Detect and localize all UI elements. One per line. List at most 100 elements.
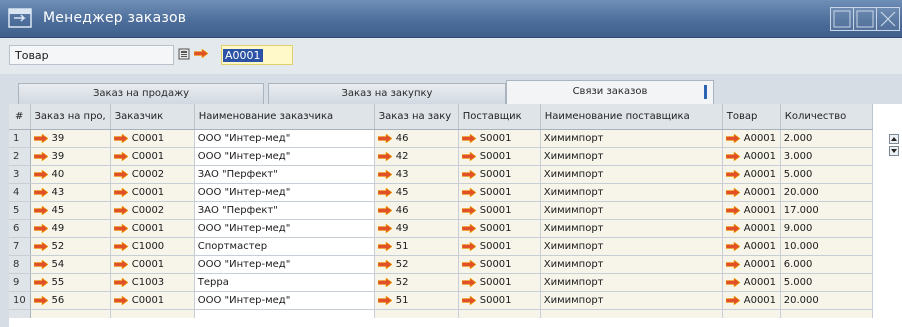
arrow-right-icon[interactable]	[113, 295, 128, 305]
sales-order-cell[interactable]: 54	[30, 255, 111, 274]
arrow-right-icon[interactable]	[33, 205, 48, 215]
arrow-right-icon[interactable]	[725, 187, 740, 197]
row-number-cell[interactable]: 1	[9, 129, 31, 148]
arrow-right-icon[interactable]	[377, 259, 392, 269]
column-header[interactable]: Поставщик	[458, 104, 541, 130]
sales-order-cell[interactable]: 55	[30, 273, 111, 292]
minimize-button[interactable]	[830, 7, 854, 31]
supplier-name-cell[interactable]: Химимпорт	[540, 291, 723, 310]
customer-cell[interactable]: C0001	[110, 183, 195, 202]
arrow-right-icon[interactable]	[725, 223, 740, 233]
quantity-cell[interactable]: 3.000	[780, 147, 873, 166]
arrow-right-icon[interactable]	[33, 259, 48, 269]
arrow-right-icon[interactable]	[461, 133, 476, 143]
arrow-right-icon[interactable]	[725, 205, 740, 215]
supplier-name-cell[interactable]: Химимпорт	[540, 237, 723, 256]
arrow-right-icon[interactable]	[461, 241, 476, 251]
arrow-right-icon[interactable]	[461, 223, 476, 233]
sales-order-cell[interactable]: 49	[30, 219, 111, 238]
arrow-right-icon[interactable]	[461, 259, 476, 269]
scroll-up-button[interactable]	[889, 134, 899, 144]
table-row[interactable]: 7 52 C1000 Спортмастер 51 S0001 Химимпорт A0001…	[9, 237, 873, 256]
sales-order-cell[interactable]: 43	[30, 183, 111, 202]
purchase-order-cell[interactable]: 51	[374, 237, 459, 256]
purchase-order-cell[interactable]: 52	[374, 273, 459, 292]
supplier-cell[interactable]: S0001	[458, 219, 541, 238]
arrow-right-icon[interactable]	[113, 223, 128, 233]
supplier-cell[interactable]: S0001	[458, 255, 541, 274]
arrow-right-icon[interactable]	[33, 151, 48, 161]
arrow-right-icon[interactable]	[461, 277, 476, 287]
quantity-cell[interactable]: 5.000	[780, 165, 873, 184]
arrow-right-icon[interactable]	[33, 241, 48, 251]
supplier-name-cell[interactable]: Химимпорт	[540, 273, 723, 292]
row-number-cell[interactable]: 5	[9, 201, 31, 220]
customer-name-cell[interactable]: Спортмастер	[194, 237, 375, 256]
arrow-right-icon[interactable]	[461, 169, 476, 179]
quantity-cell[interactable]: 9.000	[780, 219, 873, 238]
supplier-cell[interactable]: S0001	[458, 147, 541, 166]
close-button[interactable]	[876, 7, 900, 31]
supplier-name-cell[interactable]: Химимпорт	[540, 147, 723, 166]
supplier-cell[interactable]: S0001	[458, 291, 541, 310]
row-number-cell[interactable]: 6	[9, 219, 31, 238]
arrow-right-icon[interactable]	[33, 295, 48, 305]
row-number-cell[interactable]: 3	[9, 165, 31, 184]
product-cell[interactable]: A0001	[722, 291, 781, 310]
purchase-order-cell[interactable]: 49	[374, 219, 459, 238]
arrow-right-icon[interactable]	[377, 151, 392, 161]
arrow-right-icon[interactable]	[725, 259, 740, 269]
supplier-name-cell[interactable]: Химимпорт	[540, 165, 723, 184]
column-header[interactable]: #	[9, 104, 31, 130]
arrow-right-icon[interactable]	[725, 277, 740, 287]
arrow-right-icon[interactable]	[461, 295, 476, 305]
customer-cell[interactable]: C0001	[110, 147, 195, 166]
row-number-cell[interactable]: 7	[9, 237, 31, 256]
maximize-button[interactable]	[853, 7, 877, 31]
product-cell[interactable]: A0001	[722, 129, 781, 148]
quantity-cell[interactable]: 20.000	[780, 183, 873, 202]
arrow-right-icon[interactable]	[377, 277, 392, 287]
supplier-cell[interactable]: S0001	[458, 129, 541, 148]
table-row[interactable]: 4 43 C0001 ООО "Интер-мед" 45 S0001 Химимпорт A…	[9, 183, 873, 202]
sales-order-cell[interactable]: 45	[30, 201, 111, 220]
customer-cell[interactable]: C0001	[110, 255, 195, 274]
purchase-order-cell[interactable]: 46	[374, 201, 459, 220]
product-cell[interactable]: A0001	[722, 183, 781, 202]
quantity-cell[interactable]: 20.000	[780, 291, 873, 310]
arrow-right-icon[interactable]	[113, 169, 128, 179]
arrow-right-icon[interactable]	[113, 277, 128, 287]
table-row[interactable]: 10 56 C0001 ООО "Интер-мед" 51 S0001 Химимпорт…	[9, 291, 873, 310]
customer-cell[interactable]: C0001	[110, 219, 195, 238]
purchase-order-cell[interactable]: 46	[374, 129, 459, 148]
table-row[interactable]: 1 39 C0001 ООО "Интер-мед" 46 S0001 Химимпорт A…	[9, 129, 873, 148]
column-header[interactable]: Заказ на про,	[30, 104, 111, 130]
arrow-right-icon[interactable]	[725, 133, 740, 143]
empty-cell[interactable]	[540, 309, 723, 318]
product-cell[interactable]: A0001	[722, 201, 781, 220]
supplier-cell[interactable]: S0001	[458, 201, 541, 220]
customer-name-cell[interactable]: Терра	[194, 273, 375, 292]
arrow-right-icon[interactable]	[725, 241, 740, 251]
purchase-order-cell[interactable]: 52	[374, 255, 459, 274]
column-header[interactable]: Количество	[780, 104, 873, 130]
arrow-right-icon[interactable]	[33, 169, 48, 179]
supplier-cell[interactable]: S0001	[458, 183, 541, 202]
sales-order-cell[interactable]: 39	[30, 129, 111, 148]
empty-cell[interactable]	[9, 309, 31, 318]
customer-name-cell[interactable]: ЗАО "Перфект"	[194, 165, 375, 184]
tab-purchase-order[interactable]: Заказ на закупку	[268, 83, 506, 104]
empty-cell[interactable]	[722, 309, 781, 318]
arrow-right-icon[interactable]	[113, 259, 128, 269]
arrow-right-icon[interactable]	[377, 205, 392, 215]
column-header[interactable]: Наименование заказчика	[194, 104, 375, 130]
arrow-right-icon[interactable]	[725, 295, 740, 305]
sales-order-cell[interactable]: 40	[30, 165, 111, 184]
table-row[interactable]: 2 39 C0001 ООО "Интер-мед" 42 S0001 Химимпорт A…	[9, 147, 873, 166]
arrow-right-icon[interactable]	[113, 205, 128, 215]
sales-order-cell[interactable]: 52	[30, 237, 111, 256]
purchase-order-cell[interactable]: 42	[374, 147, 459, 166]
sales-order-cell[interactable]: 56	[30, 291, 111, 310]
supplier-name-cell[interactable]: Химимпорт	[540, 219, 723, 238]
quantity-cell[interactable]: 5.000	[780, 273, 873, 292]
